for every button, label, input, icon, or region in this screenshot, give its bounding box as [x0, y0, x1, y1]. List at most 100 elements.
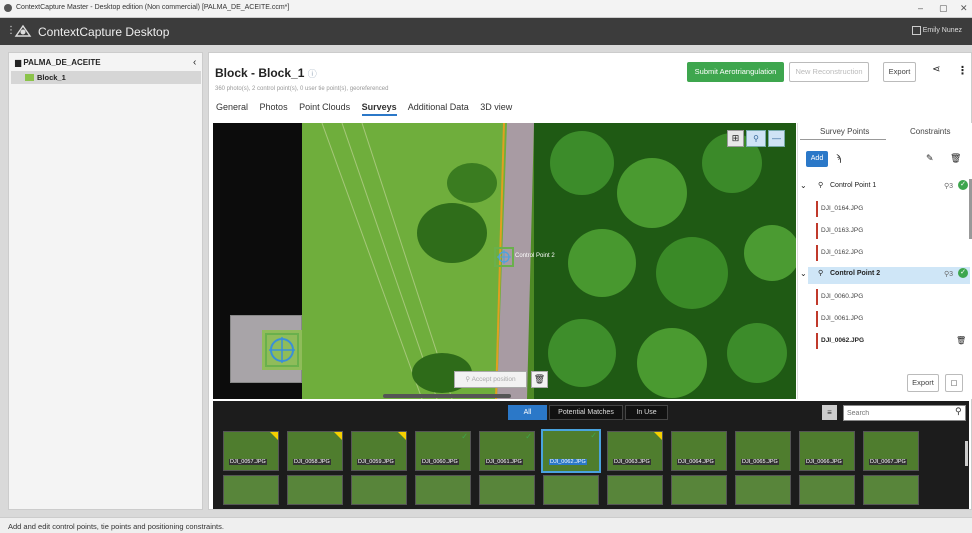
tab-3d-view[interactable]: 3D view: [480, 102, 512, 112]
thumbnail[interactable]: [287, 475, 343, 505]
save-icon[interactable]: [912, 26, 921, 35]
thumbnail[interactable]: DJI_0060.JPG ✓: [415, 431, 471, 471]
unused-flag-icon: [270, 432, 278, 440]
thumbnail[interactable]: DJI_0061.JPG ✓: [479, 431, 535, 471]
window-title-bar: ContextCapture Master - Desktop edition …: [0, 0, 972, 18]
accept-position-button[interactable]: ⚲ Accept position: [454, 371, 527, 388]
thumbnail[interactable]: [607, 475, 663, 505]
thumbnail[interactable]: DJI_0067.JPG: [863, 431, 919, 471]
submit-aerotriangulation-button[interactable]: Submit Aerotriangulation: [687, 62, 784, 82]
aerial-image-graphic: [302, 123, 796, 399]
maximize-icon[interactable]: ▢: [939, 3, 948, 14]
tab-constraints[interactable]: Constraints: [910, 127, 950, 136]
fit-view-icon[interactable]: ⊞: [727, 130, 744, 147]
filter-in-use-button[interactable]: In Use: [625, 405, 668, 420]
tab-photos[interactable]: Photos: [260, 102, 288, 112]
user-name[interactable]: Emily Nunez: [923, 27, 962, 34]
survey-export-button[interactable]: Export: [907, 374, 939, 392]
app-name: ContextCapture Desktop: [38, 25, 170, 39]
thumbnail[interactable]: DJI_0059.JPG: [351, 431, 407, 471]
thumbnail[interactable]: [863, 475, 919, 505]
status-bar: Add and edit control points, tie points …: [0, 517, 972, 533]
control-point-marker[interactable]: [494, 247, 514, 267]
clipboard-icon[interactable]: ▢: [945, 374, 963, 392]
image-count: ⚲3: [944, 183, 954, 190]
new-reconstruction-button[interactable]: New Reconstruction: [789, 62, 869, 82]
block-subtitle: 360 photo(s), 2 control point(s), 0 user…: [215, 86, 389, 92]
export-button[interactable]: Export: [883, 62, 916, 82]
thumbnail[interactable]: [223, 475, 279, 505]
thumbnail[interactable]: DJI_0065.JPG: [735, 431, 791, 471]
tree-item-project[interactable]: ▆ PALMA_DE_ACEITE: [15, 58, 101, 67]
table-row[interactable]: DJI_0163.JPG: [816, 223, 970, 239]
delete-position-icon[interactable]: 🗑: [531, 371, 548, 388]
status-text: Add and edit control points, tie points …: [8, 522, 224, 531]
delete-icon[interactable]: 🗑: [950, 153, 961, 164]
table-row[interactable]: DJI_0060.JPG: [816, 289, 970, 305]
marker-tool-icon[interactable]: ⚲: [746, 130, 766, 147]
survey-points-panel: Survey Points Constraints Add ϡ ✎ 🗑 ⌄ ⚲ …: [797, 123, 972, 399]
thumbnail[interactable]: DJI_0063.JPG: [607, 431, 663, 471]
tab-additional-data[interactable]: Additional Data: [408, 102, 469, 112]
thumbnail[interactable]: [735, 475, 791, 505]
thumbnail-selected[interactable]: DJI_0062.JPG ✓: [541, 429, 601, 473]
list-item[interactable]: ⌄ ⚲ Control Point 2 ⚲3 ✓: [800, 267, 970, 284]
table-row[interactable]: DJI_0162.JPG: [816, 245, 970, 261]
chevron-down-icon[interactable]: ⌄: [800, 269, 807, 278]
list-item[interactable]: ⌄ ⚲ Control Point 1 ⚲3 ✓: [800, 179, 970, 196]
block-label: Block_1: [37, 73, 66, 82]
thumbnail[interactable]: DJI_0057.JPG: [223, 431, 279, 471]
check-icon: ✓: [958, 268, 968, 278]
horizontal-scrollbar[interactable]: [383, 394, 511, 398]
add-button[interactable]: Add: [806, 151, 828, 167]
app-header: ⋮ ContextCapture Desktop Emily Nunez: [0, 18, 972, 45]
pin-icon: ⚲: [818, 270, 824, 277]
sort-icon[interactable]: ≡: [822, 405, 837, 420]
control-point-name: Control Point 1: [830, 182, 877, 189]
thumbnail[interactable]: [543, 475, 599, 505]
thumbnail[interactable]: [479, 475, 535, 505]
control-point-name: Control Point 2: [830, 270, 881, 277]
filter-all-button[interactable]: All: [508, 405, 547, 420]
inset-crosshair-icon: [265, 333, 299, 367]
thumbnail[interactable]: [351, 475, 407, 505]
tree-item-block[interactable]: Block_1: [11, 71, 201, 84]
thumbnail-row: DJI_0057.JPG DJI_0058.JPG DJI_0059.JPG D…: [223, 429, 923, 505]
tie-point-icon[interactable]: ϡ: [836, 153, 841, 163]
search-input[interactable]: [843, 405, 966, 421]
close-icon[interactable]: ✕: [960, 3, 968, 14]
delete-image-icon[interactable]: 🗑: [956, 336, 966, 345]
block-title: Block - Block_1 ⓘ: [215, 66, 317, 80]
window-title: ContextCapture Master - Desktop edition …: [16, 4, 290, 11]
edit-icon[interactable]: ✎: [926, 153, 934, 164]
more-icon[interactable]: ⋮: [957, 64, 968, 77]
tab-survey-points[interactable]: Survey Points: [820, 127, 869, 136]
thumbnail[interactable]: DJI_0058.JPG: [287, 431, 343, 471]
filter-potential-button[interactable]: Potential Matches: [549, 405, 623, 420]
table-row[interactable]: DJI_0062.JPG: [816, 333, 970, 349]
photo-strip: All Potential Matches In Use ≡ ⚲ DJI_005…: [213, 401, 969, 509]
thumbnail[interactable]: [415, 475, 471, 505]
tab-general[interactable]: General: [216, 102, 248, 112]
thumbnail[interactable]: [671, 475, 727, 505]
search-icon[interactable]: ⚲: [955, 406, 962, 417]
table-row[interactable]: DJI_0164.JPG: [816, 201, 970, 217]
aerial-image[interactable]: Control Point 2: [302, 123, 796, 399]
share-icon[interactable]: ⋖: [932, 64, 940, 75]
minimize-icon[interactable]: –: [918, 3, 923, 13]
thumbnail[interactable]: [799, 475, 855, 505]
measure-tool-icon[interactable]: —: [768, 130, 785, 147]
image-viewer[interactable]: Control Point 2 ⊞ ⚲ — ⚲ Accept position …: [213, 123, 796, 399]
table-row[interactable]: DJI_0061.JPG: [816, 311, 970, 327]
tab-point-clouds[interactable]: Point Clouds: [299, 102, 350, 112]
thumbnail[interactable]: DJI_0066.JPG: [799, 431, 855, 471]
collapse-panel-icon[interactable]: ‹: [193, 57, 196, 68]
check-icon: ✓: [958, 180, 968, 190]
thumbnail-scrollbar[interactable]: [965, 441, 968, 466]
thumbnail[interactable]: DJI_0064.JPG: [671, 431, 727, 471]
check-icon: ✓: [461, 432, 468, 441]
info-icon[interactable]: ⓘ: [308, 69, 317, 79]
zoom-inset: [230, 315, 302, 383]
chevron-down-icon[interactable]: ⌄: [800, 181, 807, 190]
tab-surveys[interactable]: Surveys: [361, 102, 397, 116]
